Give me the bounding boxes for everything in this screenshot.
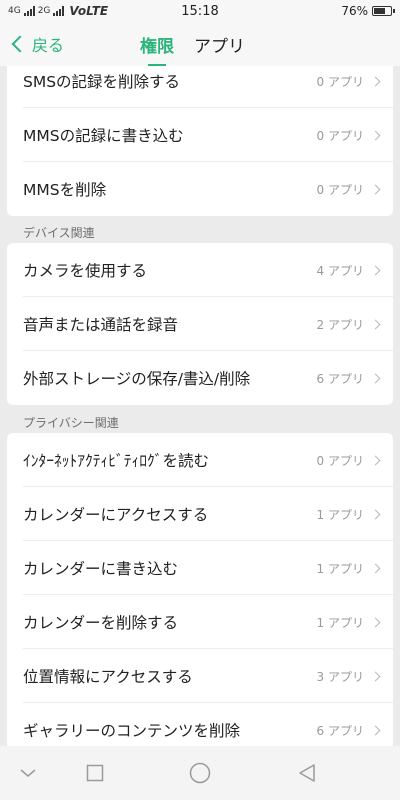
back-label: 戻る: [32, 36, 65, 55]
list-item[interactable]: カレンダーにアクセスする 1 アプリ: [7, 487, 393, 541]
item-label: 外部ストレージの保存/書込/削除: [23, 370, 251, 388]
network-type-2: 2G: [37, 6, 51, 16]
item-label: ｲﾝﾀｰﾈｯﾄｱｸﾃｨﾋﾞﾃｨﾛｸﾞを読む: [23, 452, 210, 470]
list-item[interactable]: MMSの記録に書き込む 0 アプリ: [7, 108, 393, 162]
list-item[interactable]: SMSの記録を削除する 0 アプリ: [7, 66, 393, 108]
signal-icon: [23, 6, 35, 16]
item-label: カメラを使用する: [23, 262, 148, 280]
home-icon: [189, 762, 211, 784]
card-sms: SMSの記録を削除する 0 アプリ MMSの記録に書き込む 0 アプリ MMSを…: [7, 66, 393, 216]
list-item[interactable]: ギャラリーのコンテンツを削除 6 アプリ: [7, 703, 393, 746]
list-item[interactable]: ｲﾝﾀｰﾈｯﾄｱｸﾃｨﾋﾞﾃｨﾛｸﾞを読む 0 アプリ: [7, 433, 393, 487]
chevron-right-icon: [370, 455, 381, 465]
list-item[interactable]: 音声または通話を録音 2 アプリ: [7, 297, 393, 351]
item-count: 0 アプリ: [316, 182, 364, 197]
collapse-icon: [20, 769, 36, 777]
item-label: カレンダーを削除する: [23, 614, 179, 632]
list-item[interactable]: 位置情報にアクセスする 3 アプリ: [7, 649, 393, 703]
item-count: 1 アプリ: [316, 561, 364, 576]
section-title-privacy: プライバシー関連: [23, 416, 119, 430]
item-label: カレンダーに書き込む: [23, 560, 179, 578]
chevron-right-icon: [370, 373, 381, 383]
chevron-left-icon: [11, 35, 29, 53]
item-count: 1 アプリ: [316, 507, 364, 522]
nav-back-button[interactable]: [277, 746, 337, 800]
chevron-right-icon: [370, 671, 381, 681]
item-count: 2 アプリ: [316, 317, 364, 332]
chevron-right-icon: [370, 265, 381, 275]
signal-icon-2: [53, 6, 65, 16]
status-right: 76%: [341, 4, 395, 18]
card-privacy: ｲﾝﾀｰﾈｯﾄｱｸﾃｨﾋﾞﾃｨﾛｸﾞを読む 0 アプリ カレンダーにアクセスする…: [7, 433, 393, 746]
collapse-button[interactable]: [0, 746, 58, 800]
recents-button[interactable]: [65, 746, 125, 800]
chevron-right-icon: [370, 725, 381, 735]
header: 戻る 権限 アプリ: [0, 22, 400, 66]
item-count: 3 アプリ: [316, 669, 364, 684]
chevron-right-icon: [370, 563, 381, 573]
tab-apps[interactable]: アプリ: [194, 22, 245, 66]
back-icon: [299, 764, 315, 782]
item-label: 位置情報にアクセスする: [23, 668, 193, 686]
back-button[interactable]: 戻る: [10, 22, 64, 66]
item-label: MMSを削除: [23, 181, 107, 199]
battery-percent: 76%: [341, 4, 368, 18]
navigation-bar: [0, 746, 400, 800]
network-type-1: 4G: [8, 6, 21, 16]
card-device: カメラを使用する 4 アプリ 音声または通話を録音 2 アプリ 外部ストレージの…: [7, 243, 393, 405]
chevron-right-icon: [370, 509, 381, 519]
list-item[interactable]: カレンダーに書き込む 1 アプリ: [7, 541, 393, 595]
tab-bar: 権限 アプリ: [140, 22, 245, 66]
list-item[interactable]: カメラを使用する 4 アプリ: [7, 243, 393, 297]
status-left: 4G 2G VoLTE: [8, 4, 108, 18]
item-count: 6 アプリ: [316, 723, 364, 738]
chevron-right-icon: [370, 319, 381, 329]
status-bar: 4G 2G VoLTE 15:18 76%: [0, 0, 400, 22]
volte-label: VoLTE: [69, 4, 109, 18]
chevron-right-icon: [370, 130, 381, 140]
item-count: 1 アプリ: [316, 615, 364, 630]
item-count: 0 アプリ: [316, 453, 364, 468]
chevron-right-icon: [370, 76, 381, 86]
chevron-right-icon: [370, 184, 381, 194]
item-count: 0 アプリ: [316, 128, 364, 143]
list-item[interactable]: MMSを削除 0 アプリ: [7, 162, 393, 216]
battery-fill: [374, 8, 386, 14]
tab-permissions[interactable]: 権限: [140, 22, 174, 66]
section-title-device: デバイス関連: [23, 226, 95, 240]
recents-icon: [86, 764, 104, 782]
item-label: ギャラリーのコンテンツを削除: [23, 722, 241, 740]
list-item[interactable]: カレンダーを削除する 1 アプリ: [7, 595, 393, 649]
permission-list[interactable]: SMSの記録を削除する 0 アプリ MMSの記録に書き込む 0 アプリ MMSを…: [0, 66, 400, 746]
list-item[interactable]: 外部ストレージの保存/書込/削除 6 アプリ: [7, 351, 393, 405]
item-label: MMSの記録に書き込む: [23, 127, 184, 145]
item-label: 音声または通話を録音: [23, 316, 179, 334]
chevron-right-icon: [370, 617, 381, 627]
item-label: SMSの記録を削除する: [23, 73, 181, 91]
item-count: 6 アプリ: [316, 371, 364, 386]
battery-icon: [372, 6, 395, 16]
home-button[interactable]: [170, 746, 230, 800]
item-count: 4 アプリ: [316, 263, 364, 278]
item-label: カレンダーにアクセスする: [23, 506, 209, 524]
item-count: 0 アプリ: [316, 74, 364, 89]
